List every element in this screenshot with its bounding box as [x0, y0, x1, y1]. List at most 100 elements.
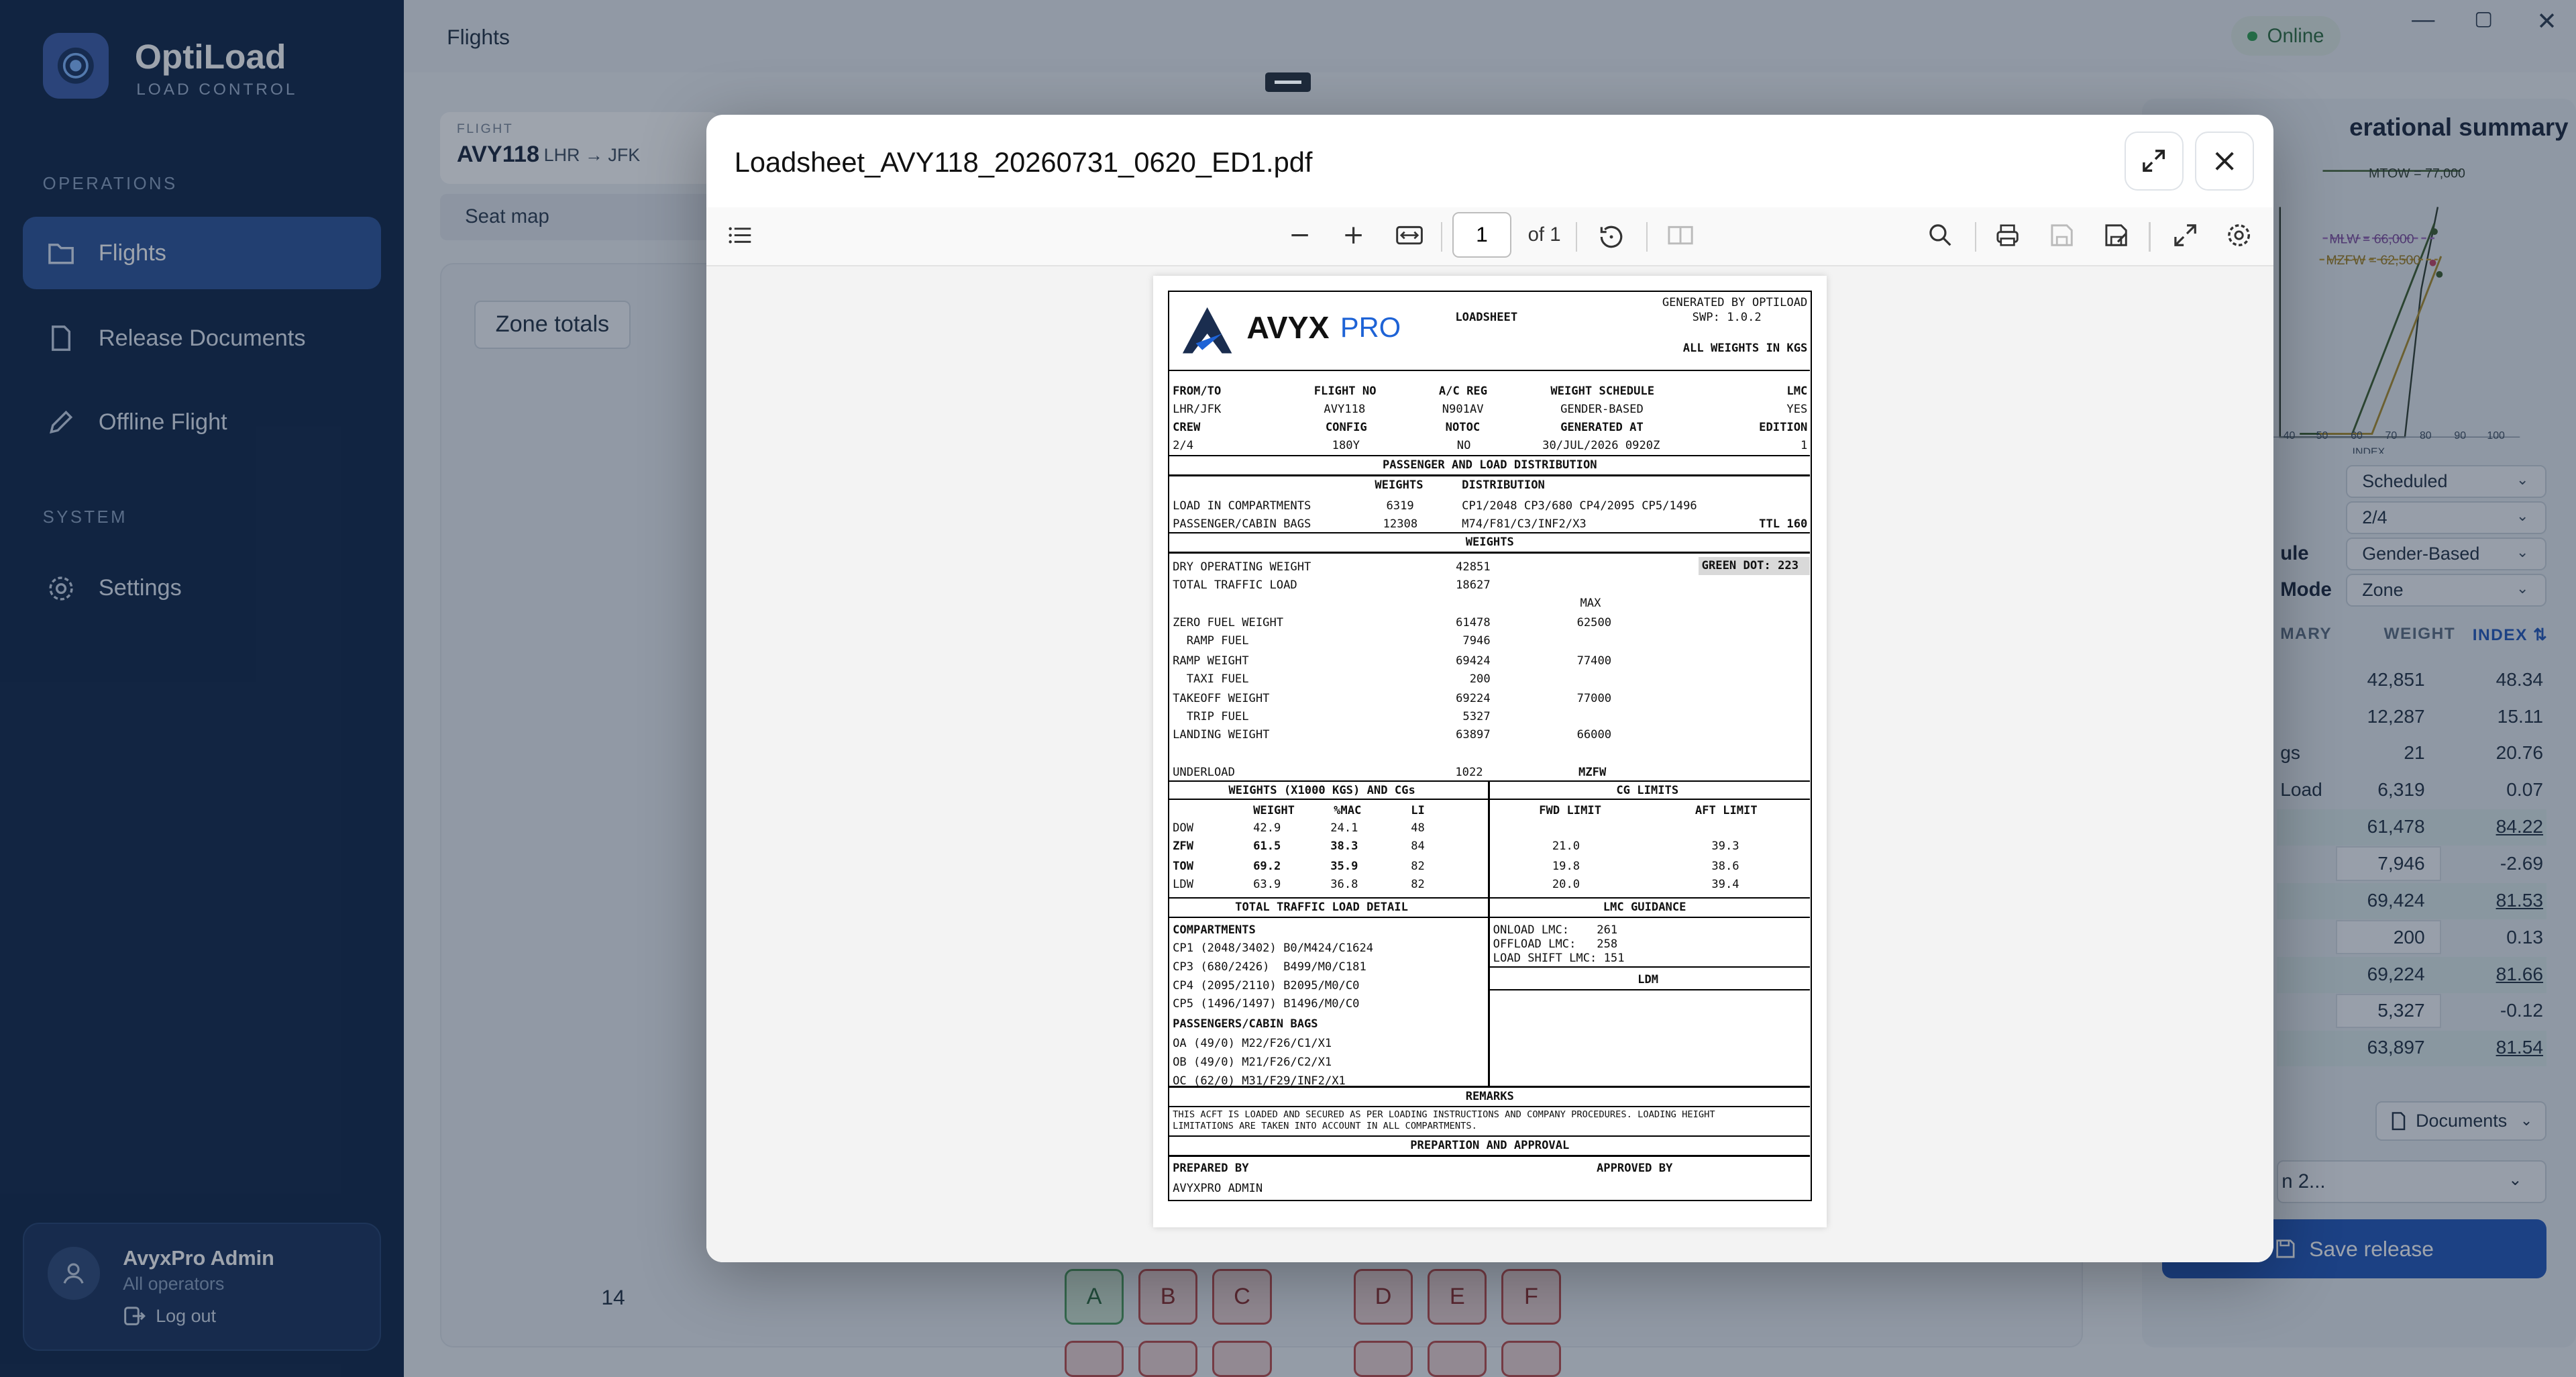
- val-flight-no: AVY118: [1324, 402, 1366, 416]
- expand-icon: [2143, 150, 2165, 172]
- weight-value: 200: [1469, 672, 1491, 686]
- cg-row-label: DOW: [1173, 821, 1194, 835]
- rotate-icon[interactable]: [1597, 222, 1626, 252]
- drag-handle[interactable]: [1265, 72, 1311, 93]
- cg-header-mac: %MAC: [1334, 803, 1362, 817]
- save-icon[interactable]: [2049, 222, 2075, 248]
- underload-limit: MZFW: [1578, 766, 1607, 780]
- fit-width-icon[interactable]: [1395, 222, 1424, 248]
- weight-value: 63897: [1456, 727, 1491, 742]
- fwd-limit-value: 21.0: [1552, 839, 1580, 854]
- lic-distribution: CP1/2048 CP3/680 CP4/2095 CP5/1496: [1462, 499, 1697, 513]
- lmc-guidance-title: LMC GUIDANCE: [1603, 901, 1686, 915]
- zoom-in-icon[interactable]: [1340, 222, 1366, 248]
- brand-name: AVYX: [1246, 309, 1330, 345]
- weight-value: 7946: [1462, 634, 1491, 648]
- close-icon: [2215, 152, 2234, 170]
- divider: [1169, 798, 1811, 801]
- print-icon[interactable]: [1994, 222, 2021, 248]
- val-edition: 1: [1801, 438, 1808, 452]
- val-lmc: YES: [1786, 402, 1808, 416]
- pdf-toolbar: 1 of 1: [706, 207, 2274, 266]
- divider: [1169, 1155, 1811, 1157]
- hdr-from-to: FROM/TO: [1173, 385, 1222, 399]
- outline-list-icon[interactable]: [728, 222, 754, 248]
- val-ac-reg: N901AV: [1442, 402, 1484, 416]
- hdr-crew: CREW: [1173, 420, 1201, 434]
- divider: [1169, 454, 1811, 457]
- weight-label: ZERO FUEL WEIGHT: [1173, 616, 1284, 630]
- search-icon[interactable]: [1927, 222, 1953, 248]
- hdr-weight-schedule: WEIGHT SCHEDULE: [1550, 385, 1655, 399]
- pcb-total: TTL 160: [1759, 517, 1808, 531]
- cg-row-label: LDW: [1173, 877, 1194, 891]
- cg-row-weight: 63.9: [1253, 877, 1281, 891]
- expand-button[interactable]: [2124, 131, 2184, 191]
- app-window: OptiLoad LOAD CONTROL OPERATIONS Flights…: [0, 0, 2576, 1377]
- ttl-detail-title: TOTAL TRAFFIC LOAD DETAIL: [1235, 901, 1408, 915]
- pax-row: OA (49/0) M22/F26/C1/X1: [1173, 1037, 1332, 1051]
- cg-row-li: 82: [1411, 877, 1425, 891]
- cg-row-label: TOW: [1173, 859, 1194, 873]
- generated-by: GENERATED BY OPTILOAD: [1662, 295, 1808, 309]
- divider: [1169, 531, 1811, 534]
- divider: [1169, 474, 1811, 476]
- hdr-generated-at: GENERATED AT: [1560, 420, 1644, 434]
- divider: [1489, 966, 1811, 968]
- divider: [1169, 1135, 1811, 1137]
- pdf-page: AVYX PRO LOADSHEET GENERATED BY OPTILOAD…: [1153, 276, 1827, 1228]
- cg-header-weight: WEIGHT: [1253, 803, 1295, 817]
- page-number-input[interactable]: 1: [1452, 211, 1512, 258]
- toolbar-divider: [1974, 221, 1977, 252]
- close-button[interactable]: [2194, 131, 2254, 191]
- hdr-notoc: NOTOC: [1445, 420, 1481, 434]
- approved-by-label: APPROVED BY: [1596, 1162, 1673, 1176]
- fullscreen-icon[interactable]: [2172, 222, 2198, 248]
- compartment-row: CP4 (2095/2110) B2095/M0/C0: [1173, 978, 1360, 992]
- zoom-out-icon[interactable]: [1287, 222, 1313, 248]
- pax-row: OC (62/0) M31/F29/INF2/X1: [1173, 1074, 1346, 1088]
- document-title: LOADSHEET: [1455, 310, 1518, 324]
- cg-row-mac: 38.3: [1330, 839, 1358, 854]
- weight-max: 66000: [1576, 727, 1612, 742]
- all-weights-note: ALL WEIGHTS IN KGS: [1682, 342, 1808, 356]
- val-from-to: LHR/JFK: [1173, 402, 1222, 416]
- cg-row-weight: 69.2: [1253, 859, 1281, 873]
- cg-limits-title: CG LIMITS: [1616, 784, 1679, 798]
- save-as-icon[interactable]: [2103, 222, 2129, 248]
- aft-limit-value: 39.4: [1711, 877, 1739, 891]
- weight-value: 5327: [1462, 709, 1491, 723]
- pcb-weight: 12308: [1383, 517, 1418, 531]
- avyx-logo-icon: [1182, 307, 1232, 354]
- weight-value: 69224: [1456, 691, 1491, 705]
- aft-limit-value: 38.6: [1711, 859, 1739, 873]
- underload-value: 1022: [1455, 766, 1483, 780]
- divider: [1169, 1105, 1811, 1108]
- val-crew: 2/4: [1173, 438, 1194, 452]
- software-version: SWP: 1.0.2: [1692, 310, 1762, 324]
- ldm-title: LDM: [1638, 972, 1659, 986]
- section-pld-title: PASSENGER AND LOAD DISTRIBUTION: [1382, 458, 1597, 472]
- lmc-row: ONLOAD LMC: 261: [1493, 923, 1618, 937]
- lic-label: LOAD IN COMPARTMENTS: [1173, 499, 1311, 513]
- loadsheet-document: AVYX PRO LOADSHEET GENERATED BY OPTILOAD…: [1168, 291, 1813, 1202]
- settings-gear-icon[interactable]: [2226, 222, 2252, 248]
- pax-title: PASSENGERS/CABIN BAGS: [1173, 1017, 1318, 1031]
- weight-value: 42851: [1456, 560, 1491, 574]
- cg-row-weight: 42.9: [1253, 821, 1281, 835]
- two-page-icon[interactable]: [1666, 222, 1695, 248]
- val-notoc: NO: [1456, 438, 1471, 452]
- hdr-config: CONFIG: [1325, 420, 1367, 434]
- cg-row-mac: 36.8: [1330, 877, 1358, 891]
- weight-label: DRY OPERATING WEIGHT: [1173, 560, 1311, 574]
- pdf-preview-modal: Loadsheet_AVY118_20260731_0620_ED1.pdf 1…: [706, 115, 2274, 1262]
- cg-header-li: LI: [1411, 803, 1425, 817]
- toolbar-divider: [2149, 221, 2151, 252]
- divider: [1169, 897, 1811, 899]
- cg-row-li: 82: [1411, 859, 1425, 873]
- fwd-limit-header: FWD LIMIT: [1539, 803, 1602, 817]
- preparer-name: AVYXPRO ADMIN: [1173, 1181, 1263, 1195]
- weight-max: 77000: [1576, 691, 1612, 705]
- divider: [1169, 1086, 1811, 1088]
- weight-value: 18627: [1456, 578, 1491, 592]
